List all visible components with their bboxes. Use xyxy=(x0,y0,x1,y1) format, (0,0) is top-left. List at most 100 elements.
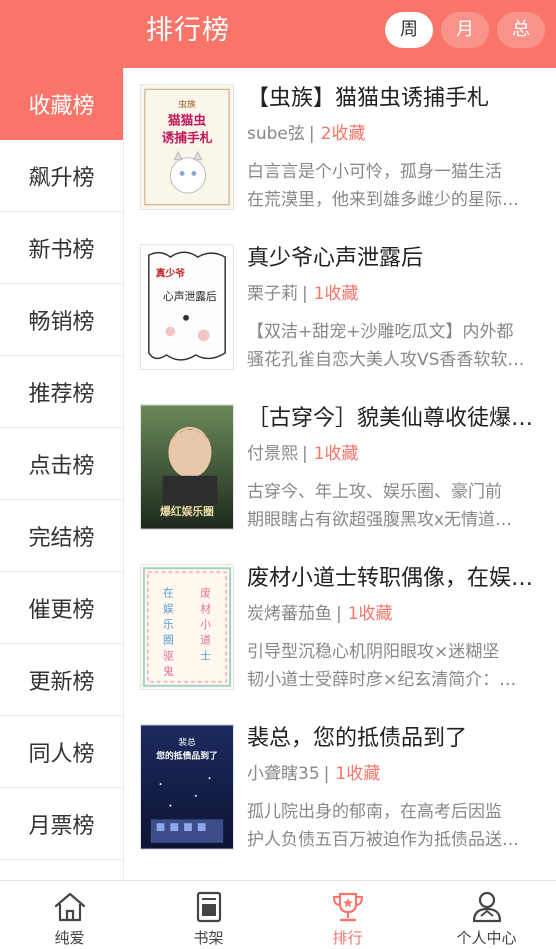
sidebar-item-clicks[interactable]: 点击榜 xyxy=(0,428,123,500)
book-cover[interactable]: 真少爷 心声泄露后 xyxy=(140,244,234,370)
book-author: 小聋瞎35 xyxy=(247,764,320,784)
book-meta: 炭烤蕃茄鱼 | 1收藏 xyxy=(247,604,393,624)
svg-text:鬼: 鬼 xyxy=(163,665,174,678)
sidebar-item-new[interactable]: 新书榜 xyxy=(0,212,123,284)
cover-tag-text: 虫族 xyxy=(178,98,196,110)
book-item[interactable]: 真少爷 心声泄露后 真少爷心声泄露后 栗子莉 | 1收藏 【双洁+甜宠+沙雕吃瓜文】… xyxy=(124,228,556,388)
book-title[interactable]: 废材小道士转职偶像，在娱乐圈驱鬼 xyxy=(247,564,549,594)
book-meta: sube弦 | 2收藏 xyxy=(247,124,366,144)
house-icon xyxy=(54,892,86,922)
description-line: 孤儿院出身的郁南，在高考后因监 xyxy=(247,802,502,822)
cover-tag-text: 裴总 xyxy=(178,736,196,748)
period-week-button[interactable]: 周 xyxy=(385,12,433,48)
sidebar-item-favorites[interactable]: 收藏榜 xyxy=(0,68,123,140)
svg-text:道: 道 xyxy=(200,634,211,647)
top-bar: 排行榜 周 月 总 xyxy=(0,0,556,68)
book-cover-image: 爆红娱乐圈 xyxy=(141,405,233,529)
svg-text:爆红娱乐圈: 爆红娱乐圈 xyxy=(160,505,214,518)
book-author: 付景熙 xyxy=(247,444,298,464)
description-line: 期眼瞎占有欲超强腹黑攻x无情道… xyxy=(247,510,513,530)
svg-text:废: 废 xyxy=(200,587,211,600)
sidebar-item-monthly-ticket[interactable]: 月票榜 xyxy=(0,788,123,860)
description-line: 骚花孔雀自恋大美人攻VS香香软软… xyxy=(247,350,525,370)
nav-item-profile[interactable]: 个人中心 xyxy=(417,881,556,949)
book-item[interactable]: 爆红娱乐圈 ［古穿今］貌美仙尊收徒爆红娱乐圈 付景熙|1收藏 古穿今、年上攻、娱… xyxy=(124,388,556,548)
description-line: 韧小道士受薛时彦×纪玄清简介：… xyxy=(247,670,517,690)
nav-item-ranking[interactable]: 排行 xyxy=(278,881,417,949)
book-cover[interactable]: 虫族 猫猫虫 诱捕手札 xyxy=(140,84,234,210)
description-line: 【双洁+甜宠+沙雕吃瓜文】内外都 xyxy=(247,322,514,342)
description-line: 白言言是个小可怜，孤身一猫生活 xyxy=(247,162,502,182)
nav-label: 纯爱 xyxy=(54,929,85,947)
sidebar-item-urge[interactable]: 催更榜 xyxy=(0,572,123,644)
sidebar-item-updated[interactable]: 更新榜 xyxy=(0,644,123,716)
user-icon xyxy=(472,891,502,923)
book-item[interactable]: 在 娱 乐 圈 驱 鬼 废 材 小 道 士 废材小道士转职偶像，在娱乐圈驱鬼 炭… xyxy=(124,548,556,708)
sidebar-item-bestseller[interactable]: 畅销榜 xyxy=(0,284,123,356)
nav-item-home[interactable]: 纯爱 xyxy=(0,881,139,949)
svg-text:诱捕手札: 诱捕手札 xyxy=(162,130,213,145)
book-description: 【双洁+甜宠+沙雕吃瓜文】内外都 骚花孔雀自恋大美人攻VS香香软软… xyxy=(247,318,547,374)
book-cover-image: 在 娱 乐 圈 驱 鬼 废 材 小 道 士 xyxy=(141,565,233,689)
nav-item-bookshelf[interactable]: 书架 xyxy=(139,881,278,949)
cover-tag-text: 真少爷 xyxy=(156,267,186,280)
book-cover[interactable]: 在 娱 乐 圈 驱 鬼 废 材 小 道 士 xyxy=(140,564,234,690)
book-cover-image: 裴总 您的抵债品到了 xyxy=(141,725,233,849)
period-month-button[interactable]: 月 xyxy=(441,12,489,48)
book-title[interactable]: 真少爷心声泄露后 xyxy=(247,244,549,274)
svg-text:乐: 乐 xyxy=(163,618,174,631)
svg-text:圈: 圈 xyxy=(163,634,174,647)
sidebar-item-completed[interactable]: 完结榜 xyxy=(0,500,123,572)
ranking-sidebar: 收藏榜 飙升榜 新书榜 畅销榜 推荐榜 点击榜 完结榜 催更榜 更新榜 同人榜 … xyxy=(0,68,124,880)
page-title: 排行榜 xyxy=(146,15,230,46)
svg-text:士: 士 xyxy=(200,649,211,662)
sidebar-item-rising[interactable]: 飙升榜 xyxy=(0,140,123,212)
book-cover[interactable]: 爆红娱乐圈 xyxy=(140,404,234,530)
book-description: 古穿今、年上攻、娱乐圈、豪门前 期眼瞎占有欲超强腹黑攻x无情道… xyxy=(247,478,547,534)
book-meta: 付景熙 | 1收藏 xyxy=(247,444,359,464)
book-cover[interactable]: 裴总 您的抵债品到了 xyxy=(140,724,234,850)
svg-text:心声泄露后: 心声泄露后 xyxy=(163,290,217,303)
book-list: 虫族 猫猫虫 诱捕手札 【虫族】猫猫虫诱捕手札 sube弦 | 2收藏 白言言是个小… xyxy=(124,68,556,880)
book-meta: 小聋瞎35 | 1收藏 xyxy=(247,764,381,784)
svg-text:在: 在 xyxy=(163,587,174,600)
sidebar-item-recommended[interactable]: 推荐榜 xyxy=(0,356,123,428)
book-favorites: 2收藏 xyxy=(320,124,366,144)
book-favorites: 1收藏 xyxy=(347,604,393,624)
description-line: 古穿今、年上攻、娱乐圈、豪门前 xyxy=(247,482,502,502)
period-total-button[interactable]: 总 xyxy=(497,12,545,48)
book-description: 引导型沉稳心机阴阳眼攻×迷糊坚 韧小道士受薛时彦×纪玄清简介：… xyxy=(247,638,547,694)
book-favorites: 1收藏 xyxy=(335,764,381,784)
nav-label: 个人中心 xyxy=(456,929,517,947)
svg-text:材: 材 xyxy=(200,602,211,615)
book-meta: 栗子莉 | 1收藏 xyxy=(247,284,359,304)
book-author: sube弦 xyxy=(247,124,305,144)
svg-text:您的抵债品到了: 您的抵债品到了 xyxy=(156,750,218,762)
description-line: 护人负债五百万被迫作为抵债品送… xyxy=(247,830,519,850)
sidebar-item-fanfic[interactable]: 同人榜 xyxy=(0,716,123,788)
book-title[interactable]: 【虫族】猫猫虫诱捕手札 xyxy=(247,84,549,114)
book-description: 孤儿院出身的郁南，在高考后因监 护人负债五百万被迫作为抵债品送… xyxy=(247,798,547,854)
description-line: 在荒漠里，他来到雄多雌少的星际… xyxy=(247,190,519,210)
book-favorites: 1收藏 xyxy=(313,444,359,464)
svg-text:小: 小 xyxy=(200,618,211,631)
book-author: 炭烤蕃茄鱼 xyxy=(247,604,332,624)
nav-label: 排行 xyxy=(332,929,363,947)
book-cover-image: 真少爷 心声泄露后 xyxy=(141,245,233,369)
trophy-icon xyxy=(332,892,364,922)
book-item[interactable]: 虫族 猫猫虫 诱捕手札 【虫族】猫猫虫诱捕手札 sube弦 | 2收藏 白言言是个小… xyxy=(124,68,556,228)
bottom-nav: 纯爱 书架 排行 个人中心 xyxy=(0,880,556,949)
book-title[interactable]: ［古穿今］貌美仙尊收徒爆红娱乐圈 xyxy=(247,404,549,434)
svg-text:娱: 娱 xyxy=(163,602,174,615)
description-line: 引导型沉稳心机阴阳眼攻×迷糊坚 xyxy=(247,642,500,662)
svg-text:驱: 驱 xyxy=(163,649,174,662)
book-title[interactable]: 裴总，您的抵债品到了 xyxy=(247,724,549,754)
book-author: 栗子莉 xyxy=(247,284,298,304)
book-favorites: 1收藏 xyxy=(313,284,359,304)
nav-label: 书架 xyxy=(193,929,224,947)
book-description: 白言言是个小可怜，孤身一猫生活 在荒漠里，他来到雄多雌少的星际… xyxy=(247,158,547,214)
book-cover-image: 虫族 猫猫虫 诱捕手札 xyxy=(141,85,233,209)
book-item[interactable]: 裴总 您的抵债品到了 裴总，您的抵债品到了 小聋瞎35 | 1收藏 孤儿院出身的郁南… xyxy=(124,708,556,868)
svg-text:猫猫虫: 猫猫虫 xyxy=(168,112,206,127)
bookshelf-icon xyxy=(196,891,222,923)
